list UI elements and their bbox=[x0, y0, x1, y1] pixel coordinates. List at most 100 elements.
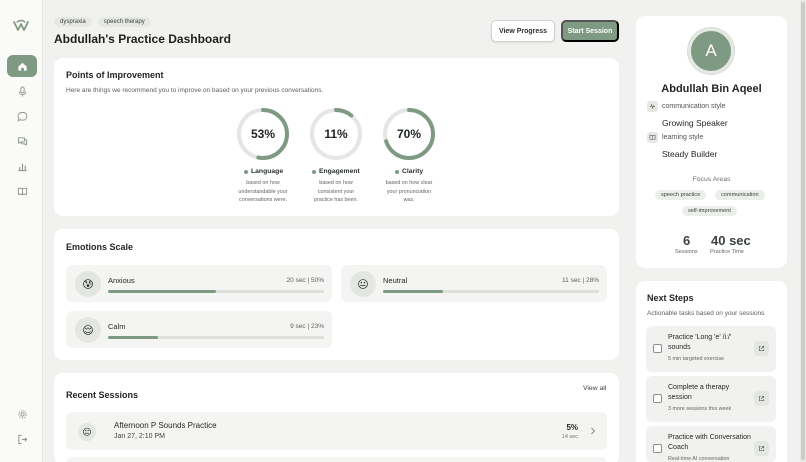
gauge-language: 53% bbox=[235, 106, 291, 162]
logout-icon bbox=[17, 434, 27, 444]
step-open-button[interactable] bbox=[754, 341, 769, 356]
step-title: Practice with Conversation Coach bbox=[668, 433, 751, 453]
next-step-item: Complete a therapy session 3 more sessio… bbox=[646, 376, 776, 422]
tag-list: dyspraxia speech therapy bbox=[54, 17, 151, 27]
step-open-button[interactable] bbox=[754, 441, 769, 456]
session-title: Afternoon P Sounds Practice bbox=[114, 421, 217, 430]
step-checkbox[interactable] bbox=[653, 344, 662, 353]
focus-areas-title: Focus Areas bbox=[692, 176, 731, 183]
view-all-link[interactable]: View all bbox=[583, 385, 606, 392]
sidebar-item-library[interactable] bbox=[8, 180, 36, 202]
sidebar-item-microphone[interactable] bbox=[8, 80, 36, 102]
next-steps-title: Next Steps bbox=[647, 293, 694, 303]
metric-engagement-text: Engagement bbox=[319, 168, 360, 175]
chevron-right-icon bbox=[591, 427, 596, 435]
emotion-bar-fill bbox=[108, 290, 216, 293]
metric-desc-line: based on how bbox=[319, 180, 353, 186]
practice-time-label: Practice Time bbox=[710, 249, 744, 255]
sidebar-item-analytics[interactable] bbox=[8, 155, 36, 177]
metric-desc-line: conversations were. bbox=[239, 197, 287, 203]
metric-desc-line: based on how bbox=[246, 180, 280, 186]
calm-face-icon: 😌 bbox=[75, 317, 101, 343]
step-checkbox[interactable] bbox=[653, 394, 662, 403]
session-date: Jan 27, 2:10 PM bbox=[114, 433, 165, 440]
emotion-value: 11 sec | 28% bbox=[562, 277, 599, 284]
emotion-bar-fill bbox=[383, 290, 444, 293]
metric-language-label: Language bbox=[244, 168, 283, 175]
emotion-bar bbox=[383, 290, 599, 293]
view-progress-button[interactable]: View Progress bbox=[491, 20, 555, 42]
page-title: Abdullah's Practice Dashboard bbox=[54, 32, 231, 46]
gauge-engagement: 11% bbox=[308, 106, 364, 162]
book-icon bbox=[17, 187, 27, 195]
session-percent: 5% bbox=[566, 423, 578, 432]
emotion-value: 20 sec | 50% bbox=[286, 277, 324, 284]
profile-name: Abdullah Bin Aqeel bbox=[661, 83, 762, 95]
book-icon bbox=[647, 132, 658, 143]
metric-dot bbox=[312, 169, 316, 174]
sidebar-item-settings[interactable] bbox=[8, 403, 36, 425]
metric-desc-line: was. bbox=[403, 197, 415, 203]
learning-style-value: Steady Builder bbox=[662, 149, 718, 159]
mic-icon bbox=[18, 85, 26, 97]
metric-language-desc: based on how understandable your convers… bbox=[224, 179, 302, 205]
communication-style-value: Growing Speaker bbox=[662, 118, 728, 128]
emotion-name: Calm bbox=[108, 322, 126, 331]
emotion-bar bbox=[108, 290, 324, 293]
communication-style-label: communication style bbox=[662, 103, 726, 110]
sidebar-item-logout[interactable] bbox=[8, 428, 36, 450]
practice-time: 40 sec bbox=[711, 233, 751, 248]
scrollbar-thumb[interactable] bbox=[801, 2, 805, 460]
metric-desc-line: your pronunciation bbox=[386, 188, 432, 195]
gauge-clarity: 70% bbox=[381, 106, 437, 162]
sidebar-item-chat[interactable] bbox=[8, 105, 36, 127]
neutral-face-icon: 😐 bbox=[78, 423, 96, 441]
metric-desc-line: practice has been. bbox=[313, 197, 359, 203]
metric-dot bbox=[244, 169, 248, 174]
sessions-count: 6 bbox=[683, 233, 691, 248]
session-duration: 14 sec bbox=[561, 434, 578, 440]
step-checkbox[interactable] bbox=[653, 444, 662, 453]
sidebar-item-home[interactable] bbox=[7, 55, 37, 77]
sidebar-item-messages[interactable] bbox=[8, 130, 36, 152]
next-step-item: Practice 'Long 'e' /iː/' sounds 5 min ta… bbox=[646, 326, 776, 372]
emotion-bar-fill bbox=[108, 336, 158, 339]
next-step-item: Practice with Conversation Coach Real-ti… bbox=[646, 426, 776, 462]
metric-desc-line: based on how clear bbox=[385, 180, 433, 186]
tag-speech-therapy: speech therapy bbox=[97, 17, 151, 27]
emotion-value: 9 sec | 23% bbox=[290, 323, 324, 330]
home-icon bbox=[17, 62, 27, 71]
tag-dyspraxia: dyspraxia bbox=[54, 17, 92, 27]
emotion-neutral: 😐 Neutral 11 sec | 28% bbox=[341, 265, 607, 302]
recent-sessions-title: Recent Sessions bbox=[66, 390, 139, 400]
step-title: Complete a therapy session bbox=[668, 383, 729, 403]
emotions-card: Emotions Scale 😰 Anxious 20 sec | 50% 😐 … bbox=[54, 229, 619, 360]
learning-style-label: learning style bbox=[662, 134, 704, 141]
gauge-clarity-value: 70% bbox=[396, 127, 422, 141]
emotion-calm: 😌 Calm 9 sec | 23% bbox=[66, 311, 332, 348]
session-row[interactable] bbox=[66, 457, 607, 462]
sidebar bbox=[0, 0, 43, 462]
start-session-button[interactable]: Start Session bbox=[561, 20, 619, 42]
step-meta: 3 more sessions this week bbox=[668, 406, 732, 412]
recent-sessions-card: Recent Sessions View all 😐 Afternoon P S… bbox=[54, 373, 619, 462]
gauge-language-value: 53% bbox=[250, 127, 276, 141]
focus-chip: speech practice bbox=[655, 190, 707, 200]
metric-engagement-desc: based on how consistent your practice ha… bbox=[297, 179, 375, 205]
emotion-name: Neutral bbox=[383, 276, 408, 285]
metric-clarity-text: Clarity bbox=[402, 168, 424, 175]
improvement-title: Points of Improvement bbox=[66, 70, 164, 80]
step-title-line: Complete a therapy bbox=[668, 384, 730, 391]
chat-icon bbox=[17, 111, 27, 122]
app-logo-icon[interactable] bbox=[12, 18, 30, 34]
session-row[interactable]: 😐 Afternoon P Sounds Practice Jan 27, 2:… bbox=[66, 412, 607, 450]
step-title-line: sounds bbox=[668, 344, 691, 351]
metric-engagement-label: Engagement bbox=[312, 168, 360, 175]
metric-desc-line: consistent your bbox=[317, 188, 355, 195]
neutral-face-icon: 😐 bbox=[350, 271, 376, 297]
bar-chart-icon bbox=[17, 163, 27, 171]
messages-icon bbox=[17, 136, 27, 146]
step-open-button[interactable] bbox=[754, 391, 769, 406]
improvement-subtitle: Here are things we recommend you to impr… bbox=[66, 87, 324, 94]
sessions-label: Sessions bbox=[675, 249, 698, 255]
